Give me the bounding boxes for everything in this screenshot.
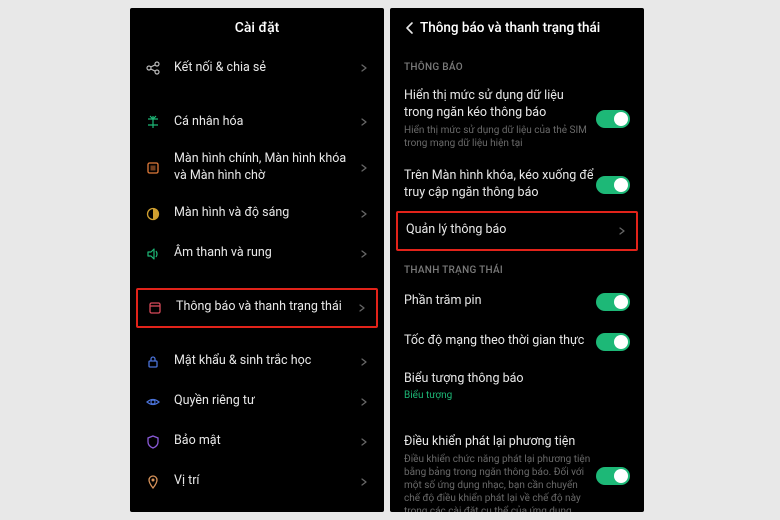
settings-row[interactable]: Kết nối & chia sẻ xyxy=(130,48,384,88)
toggle-switch[interactable] xyxy=(596,333,630,351)
section-header: THANH TRẠNG THÁI xyxy=(390,251,644,282)
toggle-row[interactable]: Hiển thị mức sử dụng dữ liệu trong ngăn … xyxy=(390,79,644,159)
toggle-switch[interactable] xyxy=(596,467,630,485)
nav-row[interactable]: Quản lý thông báo xyxy=(396,211,638,251)
row-subtitle: Điều khiển chức năng phát lại phương tiệ… xyxy=(404,453,596,512)
settings-row[interactable]: Bảo mật xyxy=(130,422,384,462)
notification-icon xyxy=(146,299,164,317)
back-button[interactable] xyxy=(400,18,420,38)
row-label: Quyền riêng tư xyxy=(174,393,358,410)
chevron-right-icon xyxy=(358,436,370,448)
settings-row[interactable]: Thông báo và thanh trạng thái xyxy=(136,288,378,328)
toggle-row[interactable]: Tốc độ mạng theo thời gian thực xyxy=(390,322,644,362)
chevron-right-icon xyxy=(356,302,368,314)
toggle-switch[interactable] xyxy=(596,293,630,311)
row-label: Cá nhân hóa xyxy=(174,114,358,131)
section-header: THÔNG BÁO xyxy=(390,48,644,79)
settings-screen: Cài đặt Kết nối & chia sẻ Cá nhân hóa Mà… xyxy=(130,8,384,512)
row-label: Trên Màn hình khóa, kéo xuống để truy cậ… xyxy=(404,168,596,202)
row-label: Âm thanh và rung xyxy=(174,245,358,262)
toggle-switch[interactable] xyxy=(596,110,630,128)
chevron-right-icon xyxy=(358,356,370,368)
row-label: Màn hình chính, Màn hình khóa và Màn hìn… xyxy=(174,151,358,185)
settings-row[interactable]: Quyền riêng tư xyxy=(130,382,384,422)
toggle-row[interactable]: Phần trăm pin xyxy=(390,282,644,322)
personalize-icon xyxy=(144,113,162,131)
security-icon xyxy=(144,433,162,451)
chevron-right-icon xyxy=(358,116,370,128)
row-label: Biểu tượng thông báo xyxy=(404,371,630,388)
settings-row[interactable]: Màn hình chính, Màn hình khóa và Màn hìn… xyxy=(130,142,384,194)
chevron-right-icon xyxy=(358,208,370,220)
row-label: Quản lý thông báo xyxy=(406,222,616,239)
titlebar: Cài đặt xyxy=(130,8,384,48)
chevron-right-icon xyxy=(358,248,370,260)
sound-icon xyxy=(144,245,162,263)
titlebar: Thông báo và thanh trạng thái xyxy=(390,8,644,48)
chevron-right-icon xyxy=(358,162,370,174)
settings-row[interactable]: Cá nhân hóa xyxy=(130,102,384,142)
toggle-row[interactable]: Trên Màn hình khóa, kéo xuống để truy cậ… xyxy=(390,159,644,211)
row-subtitle: Hiển thị mức sử dụng dữ liệu của thẻ SIM… xyxy=(404,124,596,150)
chevron-right-icon xyxy=(616,225,628,237)
notification-settings-list: THÔNG BÁO Hiển thị mức sử dụng dữ liệu t… xyxy=(390,48,644,512)
privacy-icon xyxy=(144,393,162,411)
row-label: Kết nối & chia sẻ xyxy=(174,60,358,77)
row-subtitle: Biểu tượng xyxy=(404,389,630,402)
chevron-right-icon xyxy=(358,62,370,74)
row-label: Hiển thị mức sử dụng dữ liệu trong ngăn … xyxy=(404,88,596,122)
share-icon xyxy=(144,59,162,77)
brightness-icon xyxy=(144,205,162,223)
row-label: Thông báo và thanh trạng thái xyxy=(176,299,356,316)
row-label: Vị trí xyxy=(174,473,358,490)
toggle-switch[interactable] xyxy=(596,176,630,194)
page-title: Thông báo và thanh trạng thái xyxy=(402,20,632,36)
settings-row[interactable]: Màn hình và độ sáng xyxy=(130,194,384,234)
settings-row[interactable]: Mật khẩu & sinh trắc học xyxy=(130,342,384,382)
location-icon xyxy=(144,473,162,491)
notification-settings-screen: Thông báo và thanh trạng thái THÔNG BÁO … xyxy=(390,8,644,512)
row-label: Điều khiển phát lại phương tiện xyxy=(404,434,596,451)
info-row[interactable]: Biểu tượng thông báo Biểu tượng xyxy=(390,362,644,412)
row-label: Mật khẩu & sinh trắc học xyxy=(174,353,358,370)
row-label: Tốc độ mạng theo thời gian thực xyxy=(404,333,596,350)
page-title: Cài đặt xyxy=(142,20,372,36)
lock-icon xyxy=(144,353,162,371)
row-label: Màn hình và độ sáng xyxy=(174,205,358,222)
toggle-row[interactable]: Điều khiển phát lại phương tiện Điều khi… xyxy=(390,425,644,512)
chevron-right-icon xyxy=(358,476,370,488)
row-label: Bảo mật xyxy=(174,433,358,450)
home-icon xyxy=(144,159,162,177)
chevron-right-icon xyxy=(358,396,370,408)
settings-row[interactable]: Âm thanh và rung xyxy=(130,234,384,274)
row-label: Phần trăm pin xyxy=(404,293,596,310)
settings-row[interactable]: Công cụ tiện lợi xyxy=(130,502,384,512)
settings-list: Kết nối & chia sẻ Cá nhân hóa Màn hình c… xyxy=(130,48,384,512)
settings-row[interactable]: Vị trí xyxy=(130,462,384,502)
